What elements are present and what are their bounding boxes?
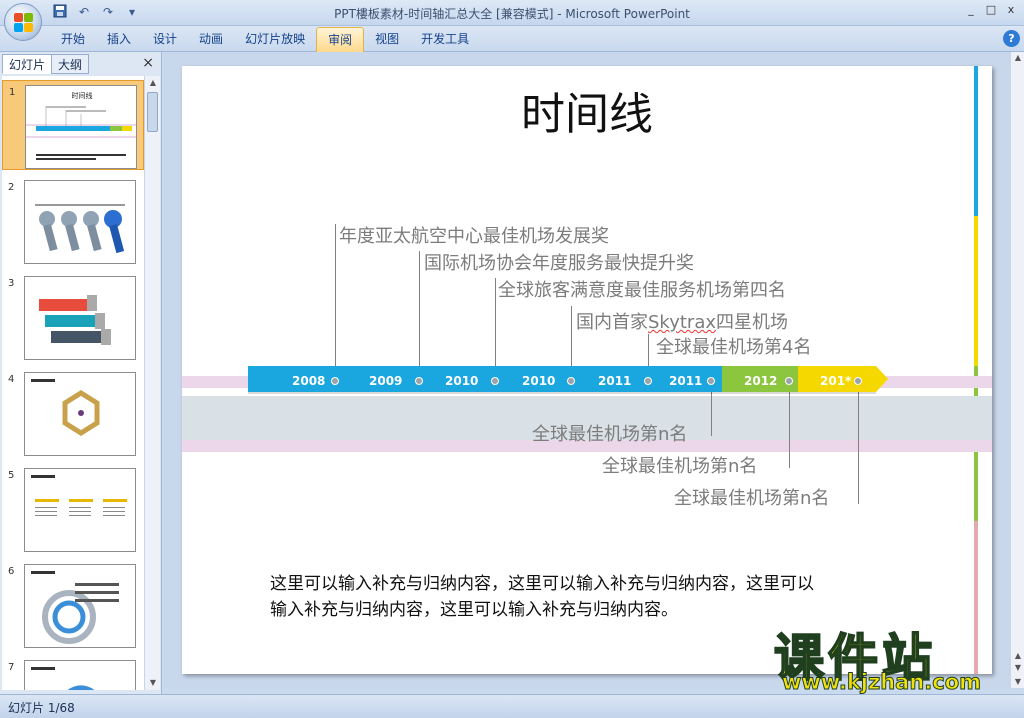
tab-animations[interactable]: 动画 xyxy=(188,26,234,52)
watermark-url: www.kjzhan.com xyxy=(781,670,982,695)
timeline-year: 2011 xyxy=(598,374,632,388)
slide-preview xyxy=(24,276,136,360)
tab-developer[interactable]: 开发工具 xyxy=(410,26,480,52)
timeline-year: 2008 xyxy=(292,374,326,388)
timeline-year: 201* xyxy=(820,374,852,388)
tab-slideshow[interactable]: 幻灯片放映 xyxy=(234,26,316,52)
milestone-label[interactable]: 全球旅客满意度最佳服务机场第四名 xyxy=(498,276,786,302)
tab-review[interactable]: 审阅 xyxy=(316,27,365,52)
connector-line xyxy=(495,278,496,372)
help-icon[interactable]: ? xyxy=(1003,30,1020,47)
slide-number: 5 xyxy=(8,470,15,481)
slide-thumbnails: 1 时间线 2 3 4 5 6 7 xyxy=(2,76,144,690)
slide-thumbnail[interactable]: 1 时间线 xyxy=(2,80,144,170)
tab-outline[interactable]: 大纲 xyxy=(51,54,90,74)
svg-text:时间线: 时间线 xyxy=(72,91,93,100)
spellcheck-word: Skytrax xyxy=(648,312,717,333)
slide-number: 7 xyxy=(8,662,15,673)
milestone-label-prefix: 国内首家 xyxy=(576,312,648,333)
connector-line xyxy=(335,224,336,372)
watermark-logo: 课件站 www.kjzhan.com xyxy=(773,618,1014,698)
timeline-dot xyxy=(854,377,862,385)
tab-insert[interactable]: 插入 xyxy=(96,26,142,52)
slide-counter: 幻灯片 1/68 xyxy=(8,701,75,715)
slide-workspace: 时间线 2008 2009 2010 2010 2011 2011 2012 2 xyxy=(164,52,1010,688)
tab-design[interactable]: 设计 xyxy=(142,26,188,52)
slide-canvas[interactable]: 时间线 2008 2009 2010 2010 2011 2011 2012 2 xyxy=(182,66,992,674)
slide-number: 3 xyxy=(8,278,15,289)
minimize-icon[interactable]: _ xyxy=(964,3,978,17)
scroll-up-icon[interactable]: ▲ xyxy=(145,76,161,90)
slide-number: 1 xyxy=(9,87,16,98)
slides-pane: 幻灯片 大纲 × 1 时间线 2 3 4 5 6 7 ▲ ▼ xyxy=(0,52,162,694)
milestone-label[interactable]: 全球最佳机场第n名 xyxy=(532,420,687,446)
milestone-label[interactable]: 全球最佳机场第4名 xyxy=(656,333,811,359)
slide-title[interactable]: 时间线 xyxy=(182,78,992,142)
tab-home[interactable]: 开始 xyxy=(50,26,96,52)
slide-preview xyxy=(24,564,136,648)
pane-tabs: 幻灯片 大纲 × xyxy=(2,54,158,74)
body-textbox[interactable]: 这里可以输入补充与归纳内容，这里可以输入补充与归纳内容，这里可以 输入补充与归纳… xyxy=(270,571,930,623)
slide-number: 6 xyxy=(8,566,15,577)
timeline-dot xyxy=(331,377,339,385)
timeline-year: 2012 xyxy=(744,374,778,388)
connector-line xyxy=(419,251,420,372)
slide-preview xyxy=(24,660,136,690)
workspace-scrollbar[interactable]: ▲ ▲ ▼ ▼ xyxy=(1010,52,1024,688)
office-logo-icon xyxy=(14,13,34,33)
close-icon[interactable]: x xyxy=(1004,3,1018,17)
office-button[interactable] xyxy=(4,3,42,41)
timeline-year: 2009 xyxy=(369,374,403,388)
milestone-label[interactable]: 国内首家Skytrax四星机场 xyxy=(576,308,788,334)
slide-preview: 时间线 xyxy=(25,85,137,169)
ribbon: 开始 插入 设计 动画 幻灯片放映 审阅 视图 开发工具 ? xyxy=(0,26,1024,52)
timeline-dot xyxy=(785,377,793,385)
tab-view[interactable]: 视图 xyxy=(364,26,410,52)
slide-thumbnail[interactable]: 7 xyxy=(2,656,144,690)
timeline-dot xyxy=(707,377,715,385)
timeline-dot xyxy=(491,377,499,385)
slide-thumbnail[interactable]: 6 xyxy=(2,560,144,650)
pane-close-icon[interactable]: × xyxy=(142,55,154,71)
window-controls: _ □ x xyxy=(964,3,1018,17)
slide-number: 4 xyxy=(8,374,15,385)
title-bar: ↶ ↷ ▾ PPT樓板素材-时间轴汇总大全 [兼容模式] - Microsoft… xyxy=(0,0,1024,41)
pane-scrollbar[interactable]: ▲ ▼ xyxy=(144,76,160,690)
timeline-dot xyxy=(567,377,575,385)
timeline-year: 2011 xyxy=(669,374,703,388)
timeline-year: 2010 xyxy=(445,374,479,388)
maximize-icon[interactable]: □ xyxy=(984,3,998,17)
scroll-thumb[interactable] xyxy=(147,92,158,132)
slide-preview xyxy=(24,372,136,456)
timeline-dot xyxy=(644,377,652,385)
slide-thumbnail[interactable]: 4 xyxy=(2,368,144,458)
milestone-label[interactable]: 全球最佳机场第n名 xyxy=(602,452,757,478)
slide-thumbnail[interactable]: 2 xyxy=(2,176,144,266)
milestone-label[interactable]: 全球最佳机场第n名 xyxy=(674,484,829,510)
timeline-dot xyxy=(415,377,423,385)
timeline-year: 2010 xyxy=(522,374,556,388)
scroll-up-icon[interactable]: ▲ xyxy=(1011,52,1024,64)
milestone-label[interactable]: 年度亚太航空中心最佳机场发展奖 xyxy=(339,222,609,248)
scroll-down-icon[interactable]: ▼ xyxy=(145,676,161,690)
milestone-label[interactable]: 国际机场协会年度服务最快提升奖 xyxy=(424,249,694,275)
ribbon-tabs: 开始 插入 设计 动画 幻灯片放映 审阅 视图 开发工具 xyxy=(50,26,480,52)
window-title: PPT樓板素材-时间轴汇总大全 [兼容模式] - Microsoft Power… xyxy=(334,7,690,21)
slide-preview xyxy=(24,468,136,552)
connector-line xyxy=(571,306,572,372)
milestone-label-suffix: 四星机场 xyxy=(716,312,789,333)
right-accent-bar xyxy=(974,66,978,674)
slide-thumbnail[interactable]: 3 xyxy=(2,272,144,362)
slide-preview xyxy=(24,180,136,264)
body-text-line: 这里可以输入补充与归纳内容，这里可以输入补充与归纳内容，这里可以 xyxy=(270,574,814,594)
tab-slides[interactable]: 幻灯片 xyxy=(2,54,53,74)
slide-thumbnail[interactable]: 5 xyxy=(2,464,144,554)
slide-number: 2 xyxy=(8,182,15,193)
